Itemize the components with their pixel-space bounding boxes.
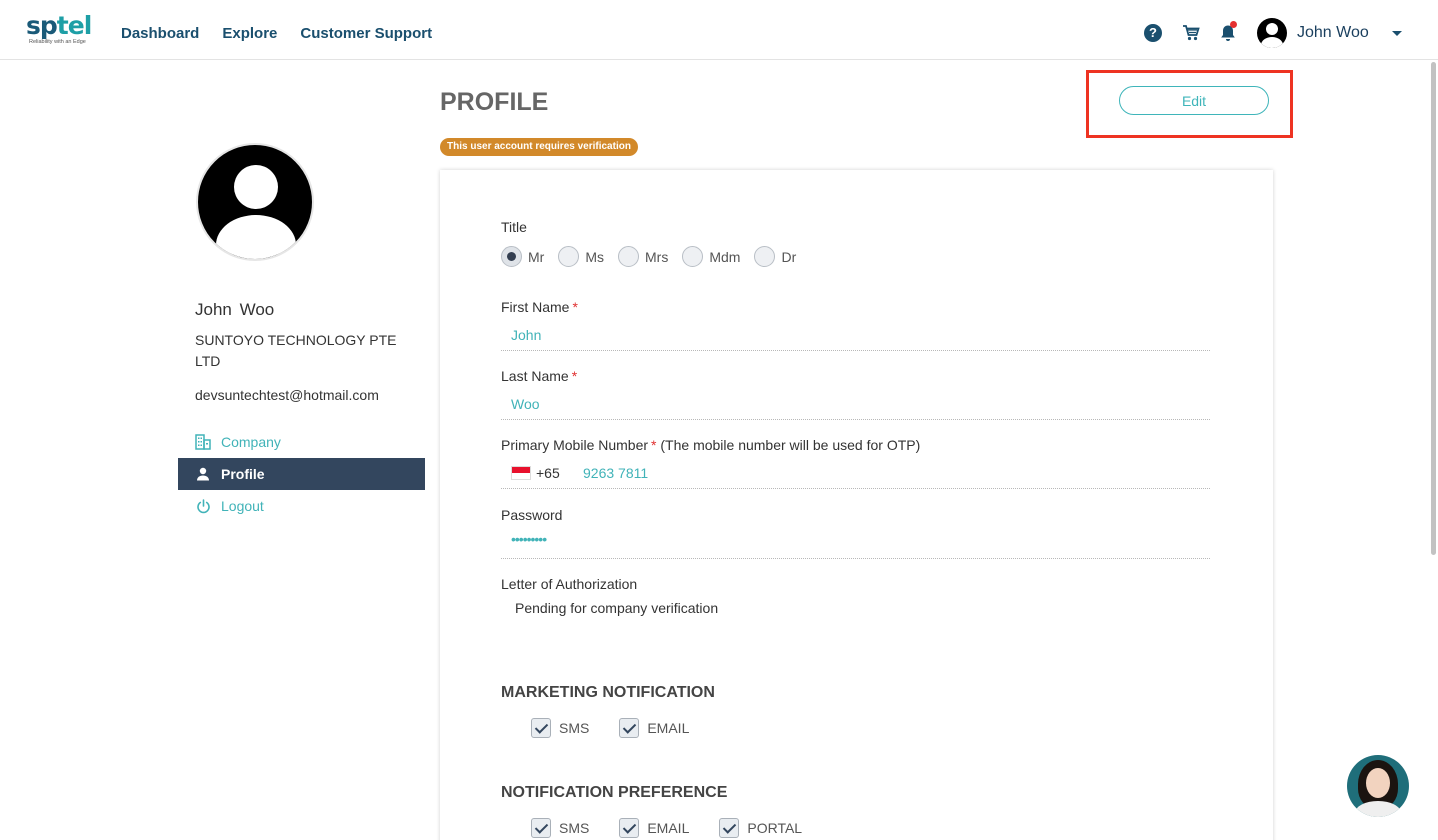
loa-label: Letter of Authorization xyxy=(501,576,638,592)
last-name-label: Last Name * xyxy=(501,368,578,384)
mobile-value: 9263 7811 xyxy=(583,465,649,481)
marketing-notification-title: MARKETING NOTIFICATION xyxy=(501,684,715,701)
title-option-mrs[interactable]: Mrs xyxy=(618,246,668,267)
checkbox-checked xyxy=(619,818,640,838)
user-menu-name[interactable]: John Woo xyxy=(1297,24,1369,42)
title-option-dr[interactable]: Dr xyxy=(754,246,796,267)
edit-button[interactable]: Edit xyxy=(1119,86,1269,115)
dial-code: +65 xyxy=(536,465,560,481)
marketing-checkbox-group: SMS EMAIL xyxy=(531,718,719,738)
last-name-value: Woo xyxy=(511,396,540,412)
checkbox-checked xyxy=(531,718,551,738)
top-navbar: sptel Reliability with an Edge Dashboard… xyxy=(0,0,1438,60)
password-value: ••••••••• xyxy=(511,531,547,547)
cart-icon[interactable] xyxy=(1182,24,1200,42)
radio-unselected xyxy=(682,246,704,267)
sidebar-item-logout[interactable]: Logout xyxy=(178,490,425,522)
nav-dashboard[interactable]: Dashboard xyxy=(121,25,199,42)
page-title: PROFILE xyxy=(440,88,549,116)
notification-preference-title: NOTIFICATION PREFERENCE xyxy=(501,784,728,801)
radio-unselected xyxy=(754,246,776,267)
sidebar-menu: Company Profile Logout xyxy=(178,426,425,522)
first-name-value: John xyxy=(511,327,542,343)
mobile-label: Primary Mobile Number * (The mobile numbe… xyxy=(501,437,921,453)
checkbox-checked xyxy=(619,718,640,738)
building-icon xyxy=(195,434,211,450)
preference-email-checkbox[interactable]: EMAIL xyxy=(619,818,689,838)
title-label: Title xyxy=(501,219,527,235)
support-chat-avatar[interactable] xyxy=(1347,755,1409,817)
radio-label: Mr xyxy=(528,248,545,265)
checkbox-checked xyxy=(531,818,551,838)
page-scrollbar[interactable] xyxy=(1431,62,1436,555)
mobile-note: (The mobile number will be used for OTP) xyxy=(660,437,921,453)
required-marker: * xyxy=(572,299,578,315)
help-icon[interactable]: ? xyxy=(1144,24,1162,42)
sidebar-item-profile[interactable]: Profile xyxy=(178,458,425,490)
required-marker: * xyxy=(651,437,657,453)
checkbox-label: EMAIL xyxy=(647,820,690,836)
bell-icon[interactable] xyxy=(1220,21,1238,42)
user-avatar[interactable] xyxy=(1257,18,1287,48)
main-nav: Dashboard Explore Customer Support xyxy=(121,25,432,42)
radio-label: Mrs xyxy=(645,248,669,265)
preference-checkbox-group: SMS EMAIL PORTAL xyxy=(531,818,832,838)
verification-status-badge: This user account requires verification xyxy=(440,138,638,156)
last-name-field[interactable]: Woo xyxy=(501,390,1210,420)
preference-portal-checkbox[interactable]: PORTAL xyxy=(719,818,802,838)
power-icon xyxy=(195,498,211,514)
notification-dot xyxy=(1230,21,1237,28)
marketing-sms-checkbox[interactable]: SMS xyxy=(531,718,589,738)
sidebar-item-label: Company xyxy=(221,434,281,450)
sidebar-item-label: Logout xyxy=(221,498,264,514)
radio-unselected xyxy=(558,246,580,267)
password-label: Password xyxy=(501,507,563,523)
profile-name: John Woo xyxy=(195,300,275,319)
checkbox-checked xyxy=(719,818,740,838)
singapore-flag-icon xyxy=(511,466,531,480)
required-marker: * xyxy=(571,368,578,384)
marketing-email-checkbox[interactable]: EMAIL xyxy=(619,718,689,738)
profile-email: devsuntechtest@hotmail.com xyxy=(195,387,379,403)
first-name-label: First Name * xyxy=(501,299,578,315)
radio-selected xyxy=(501,246,522,267)
mobile-field[interactable]: +65 9263 7811 xyxy=(501,459,1210,489)
title-option-ms[interactable]: Ms xyxy=(558,246,604,267)
logo-tagline: Reliability with an Edge xyxy=(29,39,86,45)
radio-unselected xyxy=(618,246,639,267)
profile-form-card: Title Mr Ms Mrs Mdm Dr First Name * John … xyxy=(440,170,1273,840)
radio-label: Mdm xyxy=(709,248,741,265)
checkbox-label: EMAIL xyxy=(647,720,690,736)
nav-explore[interactable]: Explore xyxy=(222,25,277,42)
sidebar-item-label: Profile xyxy=(221,466,265,482)
title-option-mr[interactable]: Mr xyxy=(501,246,544,267)
preference-sms-checkbox[interactable]: SMS xyxy=(531,818,589,838)
title-option-mdm[interactable]: Mdm xyxy=(682,246,740,267)
loa-status: Pending for company verification xyxy=(515,600,719,616)
title-radio-group: Mr Ms Mrs Mdm Dr xyxy=(501,246,810,267)
profile-company: SUNTOYO TECHNOLOGY PTE LTD xyxy=(195,332,397,369)
profile-avatar xyxy=(196,143,314,261)
radio-label: Ms xyxy=(585,248,604,265)
checkbox-label: PORTAL xyxy=(747,820,803,836)
first-name-field[interactable]: John xyxy=(501,321,1210,351)
logo-text-sp: sp xyxy=(26,11,58,40)
chevron-down-icon[interactable] xyxy=(1392,31,1402,36)
sidebar-item-company[interactable]: Company xyxy=(178,426,425,458)
checkbox-label: SMS xyxy=(559,820,590,836)
radio-label: Dr xyxy=(781,248,797,265)
sptel-logo[interactable]: sptel Reliability with an Edge xyxy=(26,11,92,52)
checkbox-label: SMS xyxy=(559,720,590,736)
nav-customer-support[interactable]: Customer Support xyxy=(300,25,432,42)
person-icon xyxy=(195,466,211,482)
password-field[interactable]: ••••••••• xyxy=(501,529,1210,559)
logo-text-tel: tel xyxy=(56,11,92,40)
